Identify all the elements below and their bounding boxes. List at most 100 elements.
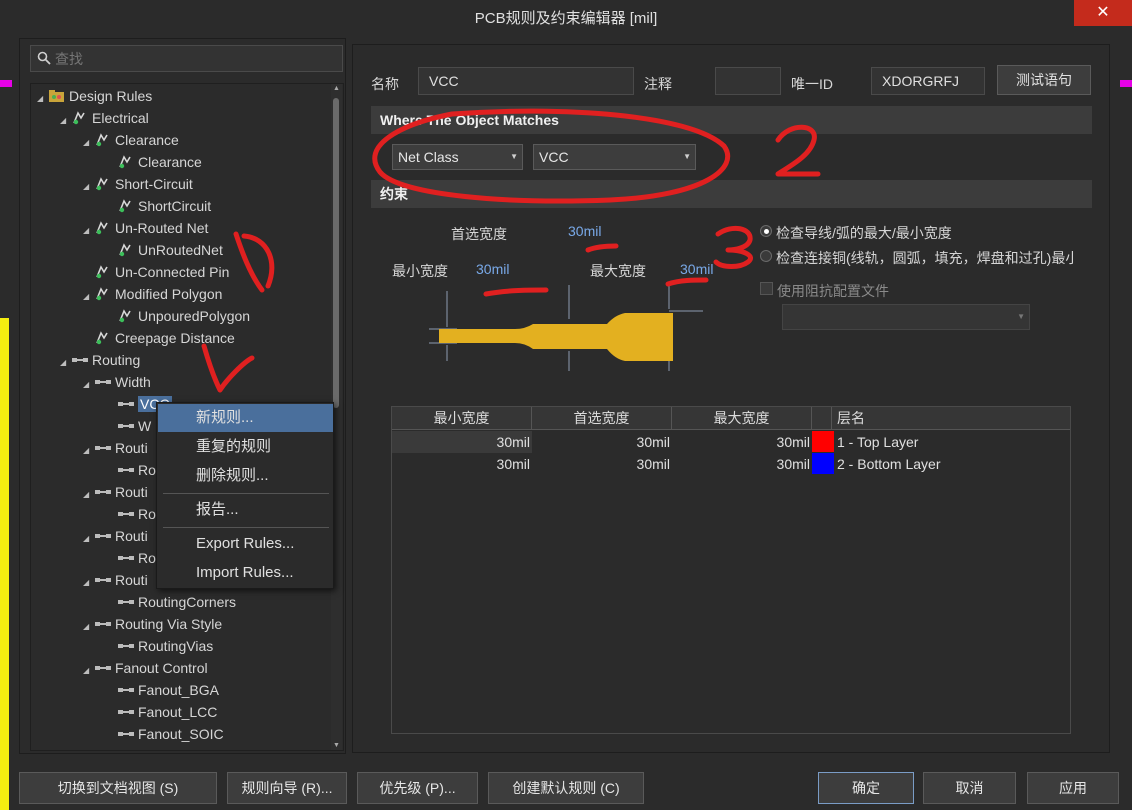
tree-item[interactable]: ◢ Routi <box>83 437 148 459</box>
ok-button[interactable]: 确定 <box>818 772 914 804</box>
preferred-width-column-header[interactable]: 首选宽度 <box>532 407 672 430</box>
expand-arrow-icon[interactable]: ◢ <box>83 616 95 638</box>
tree-item[interactable]: Ro <box>106 459 156 481</box>
expand-arrow-icon[interactable]: ◢ <box>83 528 95 550</box>
min-width-value[interactable]: 30mil <box>476 261 509 277</box>
scroll-thumb[interactable] <box>333 98 339 408</box>
context-menu-item[interactable]: 报告... <box>158 496 333 524</box>
tree-item[interactable]: ◢ Electrical <box>60 107 149 129</box>
test-query-button[interactable]: 测试语句 <box>997 65 1091 95</box>
unique-id-field[interactable]: XDORGRFJ <box>871 67 985 95</box>
scroll-down-arrow-icon[interactable]: ▼ <box>331 742 342 749</box>
tree-item-label: Clearance <box>138 154 202 170</box>
tree-item[interactable]: RoutingVias <box>106 635 213 657</box>
min-width-cell[interactable]: 30mil <box>392 453 530 475</box>
expand-arrow-icon[interactable]: ◢ <box>60 352 72 374</box>
tree-item[interactable]: ◢ Routi <box>83 569 148 591</box>
search-input[interactable] <box>55 48 335 69</box>
scope-value-select[interactable]: VCC ▼ <box>533 144 696 170</box>
tree-item[interactable]: Fanout_BGA <box>106 679 219 701</box>
tree-item[interactable]: ◢ Width <box>83 371 151 393</box>
context-menu-item[interactable]: 删除规则... <box>158 462 333 490</box>
expand-arrow-icon[interactable]: ◢ <box>83 220 95 242</box>
tree-item[interactable]: Fanout_Small <box>106 745 224 750</box>
impedance-profile-checkbox[interactable] <box>760 282 773 295</box>
min-width-cell[interactable]: 30mil <box>392 431 530 453</box>
tree-item[interactable]: ◢ Un-Routed Net <box>83 217 208 239</box>
tree-item[interactable]: Clearance <box>106 151 202 173</box>
expand-arrow-icon[interactable]: ◢ <box>83 484 95 506</box>
min-width-column-header[interactable]: 最小宽度 <box>392 407 532 430</box>
context-menu-item[interactable]: Export Rules... <box>158 530 333 558</box>
tree-item[interactable]: W <box>106 415 151 437</box>
expand-arrow-icon[interactable]: ◢ <box>83 286 95 308</box>
max-width-column-header[interactable]: 最大宽度 <box>672 407 812 430</box>
max-width-cell[interactable]: 30mil <box>672 453 810 475</box>
expand-arrow-icon[interactable]: ◢ <box>83 374 95 396</box>
check-trace-width-label: 检查导线/弧的最大/最小宽度 <box>776 225 952 241</box>
tree-item-label: Ro <box>138 462 156 478</box>
expand-arrow-icon[interactable]: ◢ <box>60 110 72 132</box>
priority-button[interactable]: 优先级 (P)... <box>357 772 478 804</box>
context-menu-item[interactable]: Import Rules... <box>158 559 333 587</box>
rule-wizard-button[interactable]: 规则向导 (R)... <box>227 772 347 804</box>
check-trace-width-radio[interactable] <box>760 225 772 237</box>
tree-item[interactable]: ShortCircuit <box>106 195 211 217</box>
expand-arrow-icon[interactable]: ◢ <box>83 440 95 462</box>
title-bar: PCB规则及约束编辑器 [mil] ✕ <box>0 0 1132 34</box>
document-view-button[interactable]: 切换到文档视图 (S) <box>19 772 217 804</box>
tree-item[interactable]: Un-Connected Pin <box>83 261 229 283</box>
color-column-header[interactable] <box>812 407 832 430</box>
preferred-width-value[interactable]: 30mil <box>568 223 601 239</box>
layer-name-column-header[interactable]: 层名 <box>832 407 1070 430</box>
tree-item[interactable]: Ro <box>106 547 156 569</box>
trace-width-diagram <box>429 285 703 371</box>
tree-item[interactable]: ◢ Fanout Control <box>83 657 208 679</box>
check-copper-width-radio[interactable] <box>760 250 772 262</box>
max-width-cell[interactable]: 30mil <box>672 431 810 453</box>
context-menu-item[interactable]: 新规则... <box>158 404 333 432</box>
routing-rule-icon <box>118 637 136 651</box>
electrical-rule-icon <box>95 219 113 235</box>
tree-item-label: ShortCircuit <box>138 198 212 214</box>
layer-name-cell[interactable]: 1 - Top Layer <box>837 431 1067 453</box>
tree-item[interactable]: UnRoutedNet <box>106 239 223 261</box>
tree-item[interactable]: Creepage Distance <box>83 327 235 349</box>
tree-item[interactable]: ◢ Routi <box>83 525 148 547</box>
preferred-width-cell[interactable]: 30mil <box>532 453 670 475</box>
expand-arrow-icon[interactable]: ◢ <box>83 572 95 594</box>
tree-item[interactable]: Fanout_SOIC <box>106 723 224 745</box>
layer-width-table[interactable]: 最小宽度 首选宽度 最大宽度 层名 30mil 30mil 30mil 1 - Top Lay… <box>391 406 1071 734</box>
close-button[interactable]: ✕ <box>1074 0 1132 26</box>
tree-item[interactable]: UnpouredPolygon <box>106 305 250 327</box>
apply-button[interactable]: 应用 <box>1027 772 1119 804</box>
tree-item[interactable]: ◢ Modified Polygon <box>83 283 222 305</box>
search-box[interactable] <box>30 45 343 72</box>
tree-item-label: Routi <box>115 484 148 500</box>
max-width-value[interactable]: 30mil <box>680 261 713 277</box>
tree-item[interactable]: RoutingCorners <box>106 591 236 613</box>
routing-rule-icon <box>95 439 113 453</box>
comment-field[interactable] <box>715 67 781 95</box>
tree-item[interactable]: ◢ Routing Via Style <box>83 613 222 635</box>
scroll-up-arrow-icon[interactable]: ▲ <box>331 85 342 92</box>
tree-item[interactable]: ◢ Routi <box>83 481 148 503</box>
name-field[interactable]: VCC <box>418 67 634 95</box>
context-menu-item[interactable]: 重复的规则 <box>158 433 333 461</box>
expand-arrow-icon[interactable]: ◢ <box>37 88 49 110</box>
tree-item[interactable]: ◢ Routing <box>60 349 140 371</box>
tree-item[interactable]: ◢ Design Rules <box>37 85 152 107</box>
expand-arrow-icon[interactable]: ◢ <box>83 176 95 198</box>
impedance-profile-select[interactable]: ▼ <box>782 304 1030 330</box>
tree-item[interactable]: ◢ Short-Circuit <box>83 173 193 195</box>
expand-arrow-icon[interactable]: ◢ <box>83 132 95 154</box>
tree-item[interactable]: ◢ Clearance <box>83 129 179 151</box>
scope-type-select[interactable]: Net Class ▼ <box>392 144 523 170</box>
cancel-button[interactable]: 取消 <box>923 772 1016 804</box>
create-default-rules-button[interactable]: 创建默认规则 (C) <box>488 772 644 804</box>
preferred-width-cell[interactable]: 30mil <box>532 431 670 453</box>
tree-item[interactable]: Fanout_LCC <box>106 701 217 723</box>
layer-name-cell[interactable]: 2 - Bottom Layer <box>837 453 1067 475</box>
expand-arrow-icon[interactable]: ◢ <box>83 660 95 682</box>
tree-item[interactable]: Ro <box>106 503 156 525</box>
